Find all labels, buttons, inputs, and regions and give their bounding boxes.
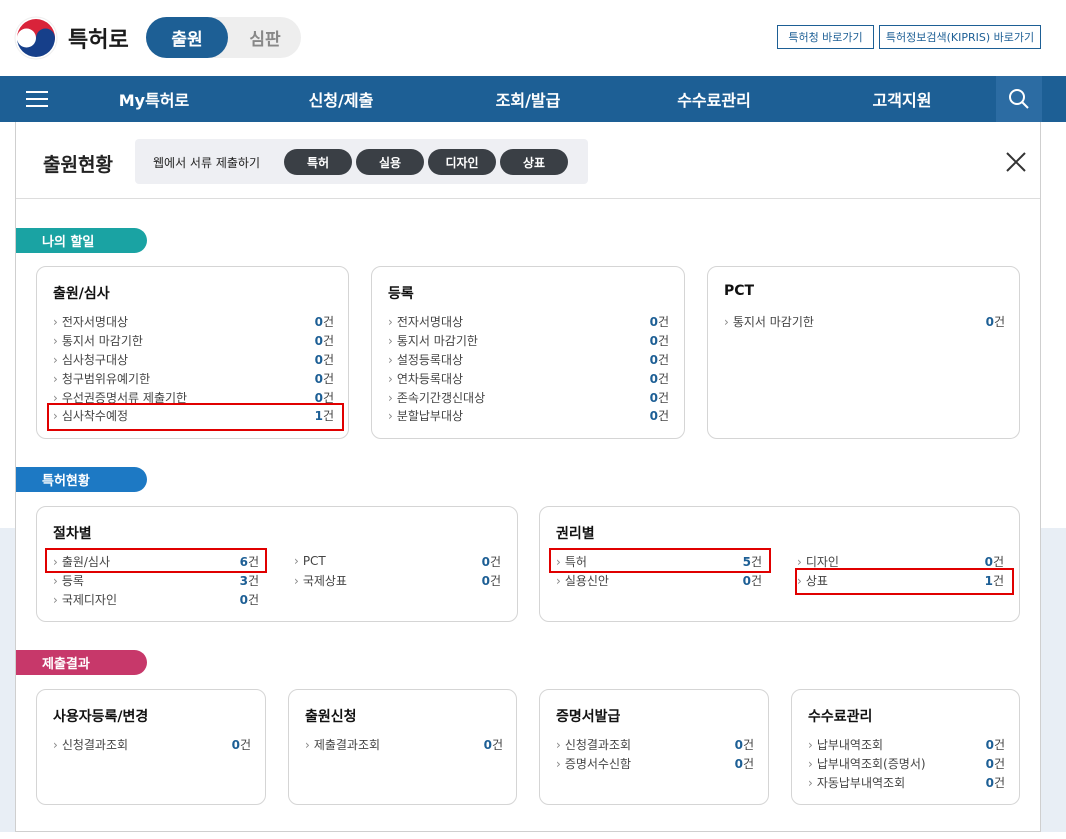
- list-item[interactable]: 설정등록대상0건: [388, 350, 669, 368]
- card-title: PCT: [724, 283, 755, 299]
- nav-fee-management[interactable]: 수수료관리: [658, 76, 770, 122]
- card-title: 사용자등록/변경: [53, 709, 149, 725]
- page-bottom-strip: [0, 832, 1066, 839]
- quick-submit-patent-button[interactable]: 특허: [284, 149, 352, 175]
- nav-application-submit[interactable]: 신청/제출: [285, 76, 397, 122]
- section-tag-patent-status: 특허현황: [16, 467, 147, 492]
- search-icon: [1009, 89, 1029, 109]
- list-item[interactable]: 실용신안0건: [556, 571, 762, 589]
- card-by-right: 권리별 특허5건 실용신안0건 디자인0건 상표1건: [539, 506, 1020, 622]
- list-item[interactable]: 신청결과조회0건: [556, 735, 754, 753]
- list-item[interactable]: 제출결과조회0건: [305, 735, 503, 753]
- card-application-request: 출원신청 제출결과조회0건: [288, 689, 517, 805]
- list-item[interactable]: 등록3건: [53, 571, 259, 589]
- list-item[interactable]: 자동납부내역조회0건: [808, 773, 1005, 791]
- card-by-procedure: 절차별 출원/심사6건 등록3건 국제디자인0건 PCT0건 국제상표0건: [36, 506, 518, 622]
- panel-divider: [16, 198, 1040, 199]
- highlight-box: [549, 548, 771, 573]
- list-item[interactable]: 신청결과조회0건: [53, 735, 251, 753]
- main-nav: My특허로 신청/제출 조회/발급 수수료관리 고객지원: [0, 76, 1066, 122]
- quick-submit-utility-button[interactable]: 실용: [356, 149, 424, 175]
- card-title: 권리별: [556, 526, 595, 542]
- card-pct: PCT 통지서 마감기한0건: [707, 266, 1020, 439]
- card-title: 출원/심사: [53, 286, 110, 302]
- quick-submit-label: 웹에서 서류 제출하기: [153, 156, 260, 170]
- card-application-exam: 출원/심사 전자서명대상0건 통지서 마감기한0건 심사청구대상0건 청구범위유…: [36, 266, 349, 439]
- list-item[interactable]: PCT0건: [294, 552, 501, 570]
- list-item[interactable]: 전자서명대상0건: [388, 312, 669, 330]
- card-title: 증명서발급: [556, 709, 621, 725]
- quick-submit-design-button[interactable]: 디자인: [428, 149, 496, 175]
- hamburger-icon[interactable]: [14, 76, 60, 122]
- card-title: 절차별: [53, 526, 92, 542]
- kipris-link-button[interactable]: 특허정보검색(KIPRIS) 바로가기: [879, 25, 1041, 49]
- top-header: 특허로 출원 심판 특허청 바로가기 특허정보검색(KIPRIS) 바로가기: [0, 0, 1066, 76]
- list-item[interactable]: 국제상표0건: [294, 571, 501, 589]
- brand-title[interactable]: 특허로: [68, 22, 129, 54]
- list-item[interactable]: 분할납부대상0건: [388, 406, 669, 424]
- mode-toggle[interactable]: 출원 심판: [146, 17, 301, 58]
- card-fee-management: 수수료관리 납부내역조회0건 납부내역조회(증명서)0건 자동납부내역조회0건: [791, 689, 1020, 805]
- list-item[interactable]: 통지서 마감기한0건: [724, 312, 1005, 330]
- highlight-box: [795, 568, 1014, 595]
- list-item[interactable]: 통지서 마감기한0건: [388, 331, 669, 349]
- section-tag-submit-results: 제출결과: [16, 650, 147, 675]
- mode-trial-button[interactable]: 심판: [230, 17, 300, 58]
- card-certificate-issue: 증명서발급 신청결과조회0건 증명서수신함0건: [539, 689, 769, 805]
- mode-application-button[interactable]: 출원: [146, 17, 228, 58]
- list-item[interactable]: 연차등록대상0건: [388, 369, 669, 387]
- quick-submit-box: 웹에서 서류 제출하기 특허 실용 디자인 상표: [135, 139, 588, 184]
- card-title: 수수료관리: [808, 709, 873, 725]
- nav-customer-support[interactable]: 고객지원: [846, 76, 958, 122]
- list-item[interactable]: 심사청구대상0건: [53, 350, 334, 368]
- card-registration: 등록 전자서명대상0건 통지서 마감기한0건 설정등록대상0건 연차등록대상0건…: [371, 266, 685, 439]
- highlight-box: [47, 403, 344, 431]
- panel-title: 출원현황: [43, 154, 113, 176]
- kipo-link-button[interactable]: 특허청 바로가기: [777, 25, 874, 49]
- list-item[interactable]: 존속기간갱신대상0건: [388, 388, 669, 406]
- section-tag-my-tasks: 나의 할일: [16, 228, 147, 253]
- list-item[interactable]: 전자서명대상0건: [53, 312, 334, 330]
- quick-submit-trademark-button[interactable]: 상표: [500, 149, 568, 175]
- nav-my-patent[interactable]: My특허로: [100, 76, 208, 122]
- list-item[interactable]: 청구범위유예기한0건: [53, 369, 334, 387]
- list-item[interactable]: 증명서수신함0건: [556, 754, 754, 772]
- list-item[interactable]: 납부내역조회(증명서)0건: [808, 754, 1005, 772]
- list-item[interactable]: 국제디자인0건: [53, 590, 259, 608]
- card-user-registration: 사용자등록/변경 신청결과조회0건: [36, 689, 266, 805]
- government-logo-icon[interactable]: [14, 16, 58, 60]
- highlight-box: [45, 548, 267, 573]
- card-title: 등록: [388, 286, 414, 302]
- nav-inquiry-issue[interactable]: 조회/발급: [472, 76, 584, 122]
- application-status-panel: 출원현황 웹에서 서류 제출하기 특허 실용 디자인 상표 나의 할일 출원/심…: [15, 122, 1041, 832]
- list-item[interactable]: 통지서 마감기한0건: [53, 331, 334, 349]
- search-button[interactable]: [996, 76, 1042, 122]
- list-item[interactable]: 납부내역조회0건: [808, 735, 1005, 753]
- card-title: 출원신청: [305, 709, 357, 725]
- close-icon[interactable]: [1004, 150, 1028, 174]
